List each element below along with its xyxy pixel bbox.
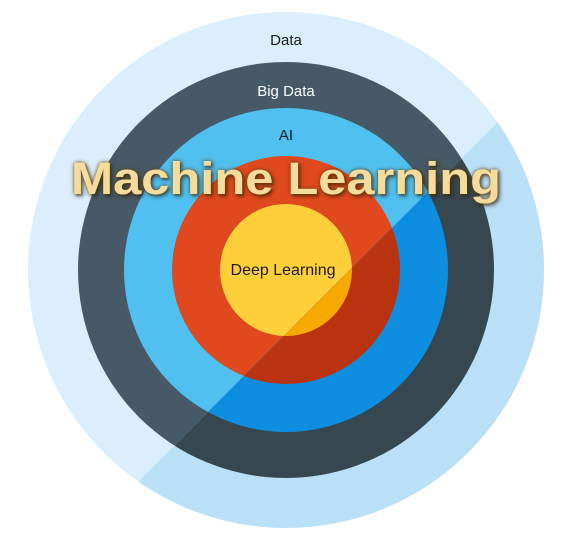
label-machine-learning: Machine Learning [71, 153, 501, 204]
label-deep-learning: Deep Learning [231, 262, 336, 279]
concentric-rings-diagram: Data Big Data AI Machine Learning Deep L… [28, 12, 544, 528]
diagram-canvas: Data Big Data AI Machine Learning Deep L… [0, 0, 576, 535]
label-big-data: Big Data [257, 83, 315, 100]
label-ai: AI [279, 127, 293, 144]
label-data: Data [270, 32, 302, 49]
